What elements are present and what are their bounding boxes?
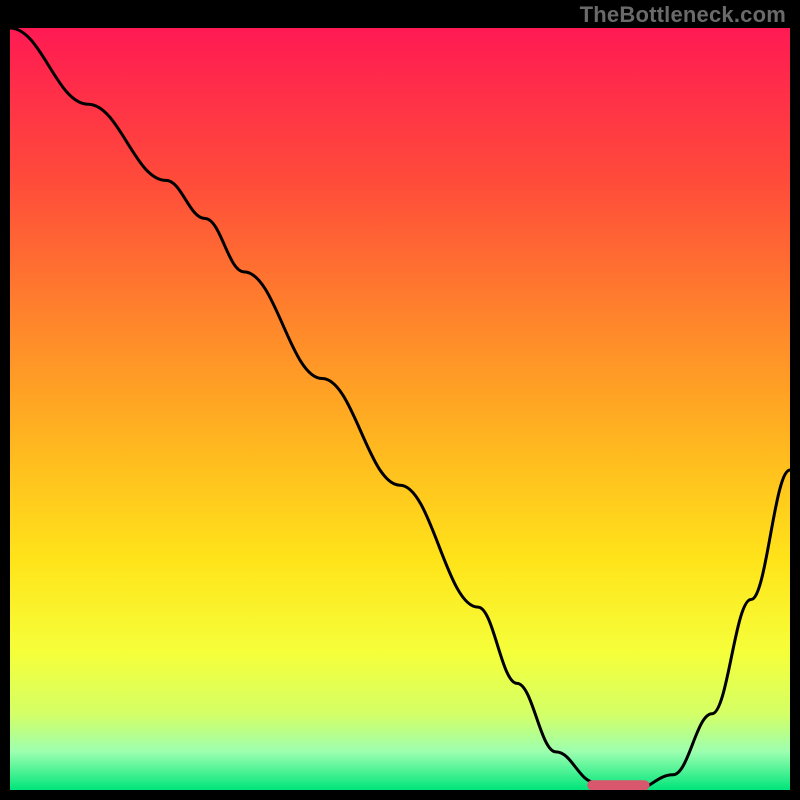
watermark-text: TheBottleneck.com [580, 2, 786, 28]
optimal-range-marker [587, 780, 649, 790]
chart-frame [10, 28, 790, 790]
bottleneck-chart [10, 28, 790, 790]
